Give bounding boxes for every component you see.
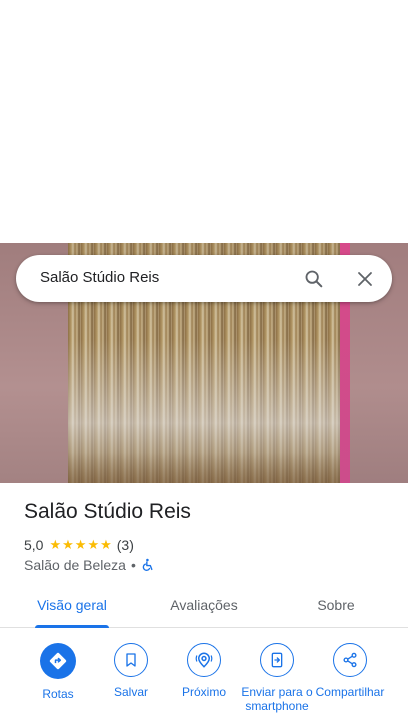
share-label: Compartilhar — [315, 685, 385, 699]
tab-sobre[interactable]: Sobre — [288, 587, 384, 627]
search-bar[interactable]: Salão Stúdio Reis — [16, 255, 392, 302]
star-icon: ★ — [74, 537, 87, 552]
tab-avaliacoes[interactable]: Avaliações — [156, 587, 252, 627]
category-row: Salão de Beleza • — [24, 556, 155, 574]
nearby-icon — [195, 652, 213, 668]
share-icon — [343, 652, 357, 668]
rating-row[interactable]: 5,0 ★ ★ ★ ★ ★ (3) — [24, 536, 134, 554]
search-input[interactable]: Salão Stúdio Reis — [40, 269, 159, 286]
directions-icon — [49, 652, 67, 670]
blank-map-area — [0, 0, 408, 243]
place-category: Salão de Beleza — [24, 557, 126, 573]
star-icon: ★ — [62, 537, 74, 552]
separator-dot: • — [130, 557, 136, 573]
action-buttons: Rotas Salvar Próximo Enviar para o smart… — [0, 643, 408, 726]
star-icon: ★ — [87, 537, 100, 552]
review-count[interactable]: (3) — [117, 537, 134, 553]
wheelchair-accessible-icon — [142, 558, 153, 571]
close-button[interactable] — [349, 263, 381, 295]
search-icon — [305, 270, 323, 288]
close-icon — [358, 272, 372, 286]
tab-bar: Visão geral Avaliações Sobre — [0, 587, 408, 628]
send-to-phone-button[interactable]: Enviar para o smartphone — [240, 643, 314, 713]
place-title: Salão Stúdio Reis — [24, 500, 191, 523]
send-to-phone-icon — [271, 652, 283, 668]
place-details-panel: Salão Stúdio Reis 5,0 ★ ★ ★ ★ ★ (3) Salã… — [0, 483, 408, 726]
share-button[interactable]: Compartilhar — [313, 643, 387, 699]
tab-visao-geral[interactable]: Visão geral — [24, 587, 120, 627]
nearby-label: Próximo — [181, 685, 226, 699]
send-to-phone-label: Enviar para o smartphone — [241, 685, 313, 713]
directions-label: Rotas — [42, 687, 74, 701]
star-icon: ★ — [100, 537, 112, 552]
save-button[interactable]: Salvar — [94, 643, 168, 699]
search-button[interactable] — [298, 263, 330, 295]
directions-button[interactable]: Rotas — [21, 643, 95, 701]
star-icon: ★ — [49, 537, 62, 552]
bookmark-icon — [126, 653, 136, 667]
active-tab-indicator — [35, 625, 109, 628]
save-label: Salvar — [113, 685, 148, 699]
rating-value: 5,0 — [24, 537, 44, 553]
star-rating: ★ ★ ★ ★ ★ — [49, 538, 112, 552]
nearby-button[interactable]: Próximo — [167, 643, 241, 699]
